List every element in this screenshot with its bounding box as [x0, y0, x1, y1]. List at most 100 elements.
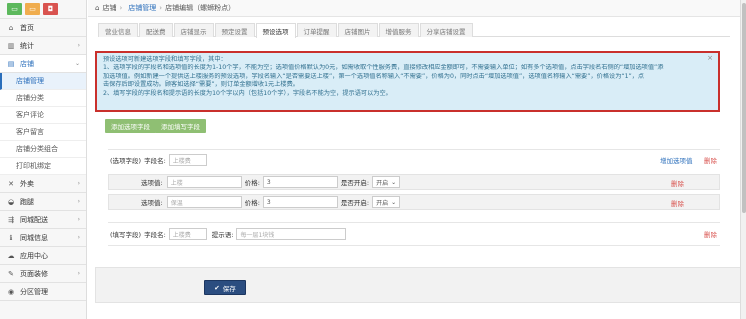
cutlery-icon: ✕ [8, 179, 14, 188]
sidebar-subitem-label: 打印机绑定 [16, 162, 51, 170]
breadcrumb-separator: › [159, 4, 163, 12]
breadcrumb: ⌂ 店铺 › 店铺管理 › 店铺编辑（螺蛳粉点） [88, 0, 740, 17]
sidebar-item-shop[interactable]: ▤ 店铺 ⌄ [0, 55, 86, 73]
sidebar-item-page-design[interactable]: ✎ 页面装修 › [0, 265, 86, 283]
sidebar-subitem-label: 店铺分类 [16, 94, 44, 102]
home-icon: ⌂ [95, 4, 100, 12]
sidebar-subitem-label: 客户留言 [16, 128, 44, 136]
bag-icon[interactable]: ◘ [43, 3, 58, 15]
sidebar-item-label: 外卖 [20, 179, 34, 188]
chevron-down-icon: ⌄ [74, 60, 80, 67]
breadcrumb-link-shop-manage[interactable]: 店铺管理 [128, 3, 156, 13]
sidebar-item-region[interactable]: ◉ 分区管理 [0, 283, 86, 301]
input-field-tag: (填写字段) [110, 231, 142, 239]
breadcrumb-root: 店铺 [102, 4, 117, 12]
tab-bar: 营业信息 配送费 店铺显示 预定设置 预设选项 订单提醒 店铺图片 增值服务 分… [98, 23, 730, 38]
tab-delivery-fee[interactable]: 配送费 [139, 23, 173, 37]
tab-business-info[interactable]: 营业信息 [98, 23, 138, 37]
sidebar-subitem-category-group[interactable]: 店铺分类组合 [0, 141, 86, 158]
bar-chart-icon: ▥ [7, 41, 15, 50]
alert-line: 预设选项可新建选项字段和填写字段，其中： [103, 56, 227, 63]
save-bar: ✔ 保存 [95, 267, 741, 303]
open-select[interactable]: 开启 ⌄ [372, 176, 401, 188]
option-field-name-input[interactable]: 上楼费 [168, 154, 207, 166]
alert-line: 2、填写字段的字段名和提示语的长度为10个字以内（包括10个字），字段名不能为空… [103, 89, 392, 97]
price-label: 价格: [244, 179, 260, 187]
tab-share-settings[interactable]: 分享店铺设置 [419, 23, 473, 37]
car-icon: ◒ [7, 197, 15, 206]
shop-icon: ▤ [7, 59, 15, 68]
sidebar-item-errand[interactable]: ◒ 跑腿 › [0, 193, 86, 211]
delete-option-value-link[interactable]: 删除 [671, 178, 684, 188]
sidebar-subitem-label: 店铺管理 [16, 77, 44, 85]
chevron-right-icon: › [77, 198, 80, 205]
option-field-row: (选项字段) 字段名: 上楼费 增加选项值 删除 [110, 153, 720, 167]
tab-value-added[interactable]: 增值服务 [378, 23, 419, 37]
option-value-row-content: 选项值: 上楼 价格: 3 是否开启: 开启 ⌄ [141, 176, 401, 188]
palette-icon: ✎ [8, 269, 14, 278]
alert-line: 加选项值。例如新建一个提供送上楼服务的预设选项，字段名输入“是否需要送上楼”，第… [103, 72, 645, 80]
tab-booking-settings[interactable]: 预定设置 [214, 23, 255, 37]
add-input-field-button[interactable]: 添加填写字段 [155, 119, 206, 133]
sidebar-item-home[interactable]: ⌂ 首页 [0, 19, 86, 37]
sidebar-item-label: 分区管理 [20, 287, 48, 296]
sidebar-item-label: 页面装修 [20, 269, 48, 278]
sidebar-item-label: 跑腿 [20, 197, 34, 206]
tab-order-reminder[interactable]: 订单提醒 [296, 23, 337, 37]
save-button[interactable]: ✔ 保存 [204, 280, 246, 295]
price-input[interactable]: 3 [262, 176, 338, 188]
sidebar-item-delivery[interactable]: ⇶ 同城配送 › [0, 211, 86, 229]
chevron-down-icon: ⌄ [391, 178, 397, 186]
sidebar-subitem-label: 店铺分类组合 [16, 145, 58, 153]
breadcrumb-current: 店铺编辑（螺蛳粉点） [165, 4, 236, 12]
chevron-right-icon: › [77, 180, 80, 187]
sidebar-subitem-reviews[interactable]: 客户评论 [0, 107, 86, 124]
chevron-down-icon: ⌄ [391, 198, 397, 206]
input-field-name-input[interactable]: 上楼费 [168, 228, 207, 240]
sidebar-subitem-printer[interactable]: 打印机绑定 [0, 158, 86, 175]
open-select[interactable]: 开启 ⌄ [372, 196, 401, 208]
open-label: 是否开启: [340, 179, 370, 187]
delete-option-value-link[interactable]: 删除 [671, 198, 684, 208]
cloud-icon: ☁ [7, 251, 15, 260]
alert-line: 1、选项字段的字段名和选项值的长度为1-10个字，不能为空；选项值价格默认为0元… [103, 64, 664, 72]
option-value-label: 选项值: [141, 199, 163, 207]
option-value-input[interactable]: 保温 [166, 196, 242, 208]
option-field-tag: (选项字段) [110, 157, 142, 165]
sidebar-item-city-info[interactable]: ℹ 同城信息 › [0, 229, 86, 247]
chevron-right-icon: › [77, 216, 80, 223]
sidebar-item-app-center[interactable]: ☁ 应用中心 [0, 247, 86, 265]
tab-shop-images[interactable]: 店铺图片 [337, 23, 378, 37]
monitor-icon[interactable]: ▭ [25, 3, 40, 15]
save-button-label: 保存 [222, 284, 236, 293]
breadcrumb-separator: › [119, 4, 123, 12]
hint-label: 提示语: [211, 231, 234, 239]
chevron-right-icon: › [77, 270, 80, 277]
option-value-label: 选项值: [141, 179, 163, 187]
tab-shop-display[interactable]: 店铺显示 [173, 23, 214, 37]
sidebar-item-stats[interactable]: ▥ 统计 › [0, 37, 86, 55]
close-icon[interactable]: × [707, 54, 713, 62]
sidebar-subitem-messages[interactable]: 客户留言 [0, 124, 86, 141]
monitor-icon[interactable]: ▭ [7, 3, 22, 15]
delete-input-field-link[interactable]: 删除 [704, 229, 717, 239]
option-value-input[interactable]: 上楼 [166, 176, 242, 188]
sidebar-item-label: 同城信息 [20, 233, 48, 242]
open-select-value: 开启 [376, 199, 389, 207]
scrollbar-thumb[interactable] [742, 3, 746, 213]
sidebar-item-takeaway[interactable]: ✕ 外卖 › [0, 175, 86, 193]
sidebar-item-label: 同城配送 [20, 215, 48, 224]
scrollbar[interactable] [740, 0, 746, 319]
sidebar-subitem-shop-category[interactable]: 店铺分类 [0, 90, 86, 107]
add-option-value-link[interactable]: 增加选项值 [660, 155, 693, 165]
tab-preset-options[interactable]: 预设选项 [255, 23, 296, 38]
add-option-field-button[interactable]: 添加选项字段 [105, 119, 156, 133]
sidebar-subitem-shop-manage[interactable]: 店铺管理 [0, 73, 86, 90]
field-name-label: 字段名: [144, 157, 166, 165]
input-field-hint-input[interactable]: 每一层1块钱 [236, 228, 347, 240]
chevron-right-icon: › [77, 234, 80, 241]
delete-option-field-link[interactable]: 删除 [704, 155, 717, 165]
divider [108, 222, 720, 223]
price-input[interactable]: 3 [262, 196, 338, 208]
share-icon: ⇶ [8, 215, 14, 224]
